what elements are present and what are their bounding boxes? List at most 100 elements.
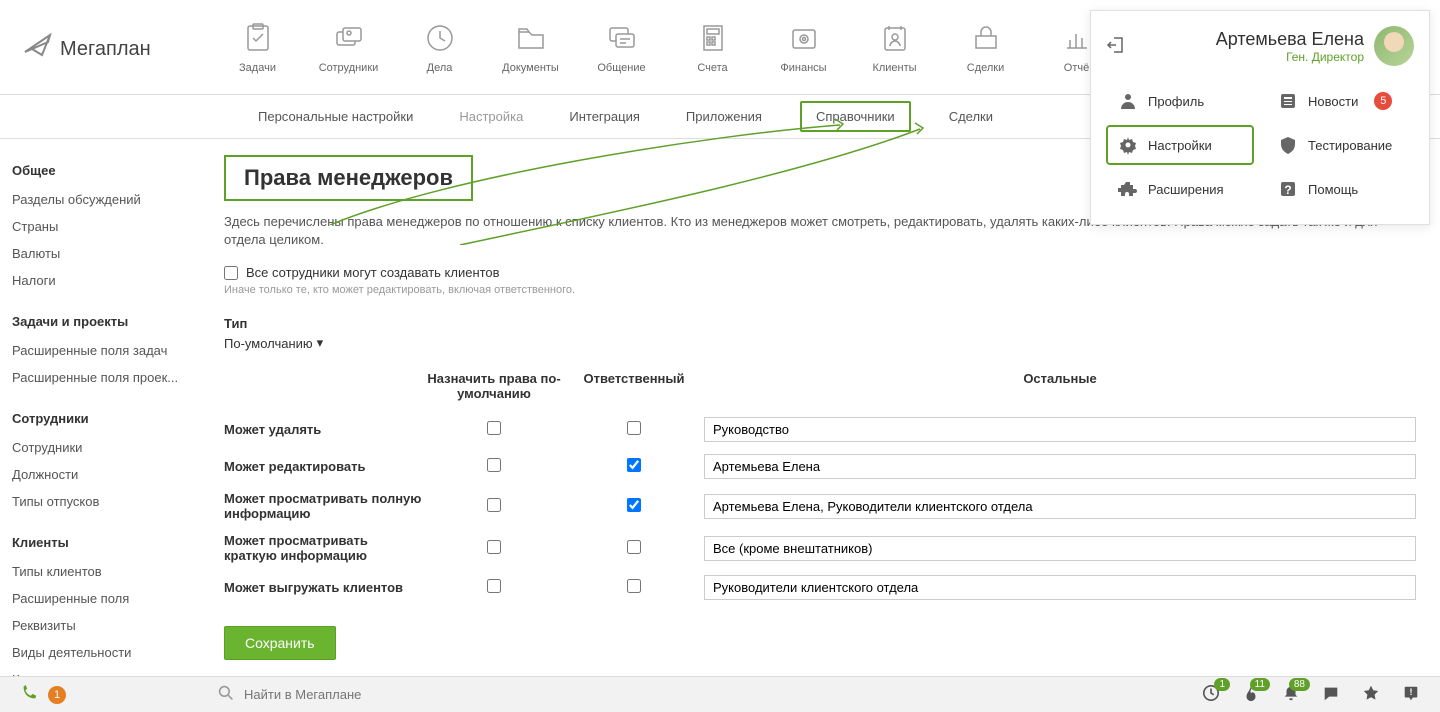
- perm-label: Может просматривать полную информацию: [224, 491, 424, 521]
- side-item[interactable]: Страны: [0, 213, 200, 240]
- all-can-create-checkbox[interactable]: [224, 266, 238, 280]
- responsible-checkbox[interactable]: [627, 421, 641, 435]
- save-button[interactable]: Сохранить: [224, 626, 336, 660]
- side-group: Сотрудники: [0, 403, 200, 434]
- side-item[interactable]: Должности: [0, 461, 200, 488]
- perm-label: Может удалять: [224, 422, 424, 437]
- user-name: Артемьева Елена: [1138, 29, 1364, 50]
- default-checkbox[interactable]: [487, 579, 501, 593]
- news-badge: 5: [1374, 92, 1392, 110]
- hint-text: Иначе только те, кто может редактировать…: [224, 284, 1416, 296]
- side-item[interactable]: Сотрудники: [0, 434, 200, 461]
- others-input[interactable]: [704, 417, 1416, 442]
- menu-profile[interactable]: Профиль: [1106, 81, 1254, 121]
- star-icon[interactable]: [1362, 684, 1380, 705]
- side-item[interactable]: Валюты: [0, 240, 200, 267]
- side-group: Задачи и проекты: [0, 306, 200, 337]
- responsible-checkbox[interactable]: [627, 540, 641, 554]
- nav-chat[interactable]: Общение: [584, 20, 659, 74]
- perm-label: Может выгружать клиентов: [224, 580, 424, 595]
- clock-icon[interactable]: 1: [1202, 684, 1220, 705]
- table-row: Может просматривать краткую информацию: [224, 527, 1416, 569]
- svg-text:Мегаплан: Мегаплан: [60, 38, 151, 60]
- default-checkbox[interactable]: [487, 421, 501, 435]
- sidebar: Общее Разделы обсуждений Страны Валюты Н…: [0, 139, 200, 676]
- responsible-checkbox[interactable]: [627, 498, 641, 512]
- fire-icon[interactable]: 11: [1242, 684, 1260, 705]
- side-group: Клиенты: [0, 527, 200, 558]
- default-checkbox[interactable]: [487, 498, 501, 512]
- table-row: Может удалять: [224, 411, 1416, 448]
- side-item[interactable]: Типы клиентов: [0, 558, 200, 585]
- menu-extensions[interactable]: Расширения: [1106, 169, 1254, 209]
- footer: 1 1 11 88 !: [0, 676, 1440, 712]
- col-others: Остальные: [704, 371, 1416, 401]
- table-row: Может выгружать клиентов: [224, 569, 1416, 606]
- nav-orders[interactable]: Сделки: [948, 20, 1023, 74]
- nav-clients[interactable]: Клиенты: [857, 20, 932, 74]
- side-item[interactable]: Налоги: [0, 267, 200, 294]
- side-item[interactable]: Реквизиты: [0, 612, 200, 639]
- menu-testing[interactable]: Тестирование: [1266, 125, 1414, 165]
- feedback-icon[interactable]: !: [1402, 684, 1420, 705]
- side-item[interactable]: Разделы обсуждений: [0, 186, 200, 213]
- menu-news[interactable]: Новости5: [1266, 81, 1414, 121]
- side-item[interactable]: Расширенные поля: [0, 585, 200, 612]
- search-icon: [218, 685, 234, 704]
- permissions-table: Назначить права по-умолчанию Ответственн…: [224, 371, 1416, 606]
- nav-employees[interactable]: Сотрудники: [311, 20, 386, 74]
- type-select[interactable]: По-умолчанию▾: [224, 335, 323, 351]
- user-role: Ген. Директор: [1138, 50, 1364, 64]
- nav-documents[interactable]: Документы: [493, 20, 568, 74]
- type-label: Тип: [224, 316, 1416, 331]
- subnav-directories[interactable]: Справочники: [800, 101, 911, 132]
- col-default: Назначить права по-умолчанию: [424, 371, 564, 401]
- checkbox-label: Все сотрудники могут создавать клиентов: [246, 265, 500, 280]
- page-title-box: Права менеджеров: [224, 155, 473, 201]
- side-group: Общее: [0, 155, 200, 186]
- nav-deals[interactable]: Дела: [402, 20, 477, 74]
- table-row: Может просматривать полную информацию: [224, 485, 1416, 527]
- message-icon[interactable]: [1322, 684, 1340, 705]
- nav-finance[interactable]: Финансы: [766, 20, 841, 74]
- svg-text:?: ?: [1284, 183, 1291, 197]
- side-item[interactable]: Расширенные поля задач: [0, 337, 200, 364]
- side-item[interactable]: Расширенные поля проек...: [0, 364, 200, 391]
- page-title: Права менеджеров: [244, 165, 453, 191]
- responsible-checkbox[interactable]: [627, 579, 641, 593]
- perm-label: Может редактировать: [224, 459, 424, 474]
- subnav-personal[interactable]: Персональные настройки: [250, 97, 421, 136]
- phone-icon[interactable]: [20, 684, 38, 705]
- menu-settings[interactable]: Настройки: [1106, 125, 1254, 165]
- logout-icon[interactable]: [1106, 35, 1126, 58]
- responsible-checkbox[interactable]: [627, 458, 641, 472]
- subnav-integration[interactable]: Интеграция: [561, 97, 648, 136]
- subnav-settings[interactable]: Настройка: [451, 97, 531, 136]
- default-checkbox[interactable]: [487, 540, 501, 554]
- col-responsible: Ответственный: [564, 371, 704, 401]
- logo[interactable]: Мегаплан: [20, 27, 180, 67]
- avatar[interactable]: [1374, 26, 1414, 66]
- perm-label: Может просматривать краткую информацию: [224, 533, 424, 563]
- others-input[interactable]: [704, 575, 1416, 600]
- nav-label: Задачи: [239, 62, 276, 74]
- nav-invoices[interactable]: Счета: [675, 20, 750, 74]
- user-panel: Артемьева Елена Ген. Директор Профиль Но…: [1090, 10, 1430, 225]
- others-input[interactable]: [704, 454, 1416, 479]
- side-item[interactable]: Каналы привлечения: [0, 666, 200, 676]
- default-checkbox[interactable]: [487, 458, 501, 472]
- bell-icon[interactable]: 88: [1282, 684, 1300, 705]
- others-input[interactable]: [704, 536, 1416, 561]
- search-wrap: [218, 685, 1184, 704]
- subnav-orders[interactable]: Сделки: [941, 97, 1001, 136]
- subnav-apps[interactable]: Приложения: [678, 97, 770, 136]
- side-item[interactable]: Виды деятельности: [0, 639, 200, 666]
- others-input[interactable]: [704, 494, 1416, 519]
- nav-tasks[interactable]: Задачи: [220, 20, 295, 74]
- chevron-down-icon: ▾: [317, 335, 324, 351]
- search-input[interactable]: [244, 687, 1184, 702]
- side-item[interactable]: Типы отпусков: [0, 488, 200, 515]
- menu-help[interactable]: ?Помощь: [1266, 169, 1414, 209]
- svg-text:!: !: [1410, 687, 1413, 697]
- table-row: Может редактировать: [224, 448, 1416, 485]
